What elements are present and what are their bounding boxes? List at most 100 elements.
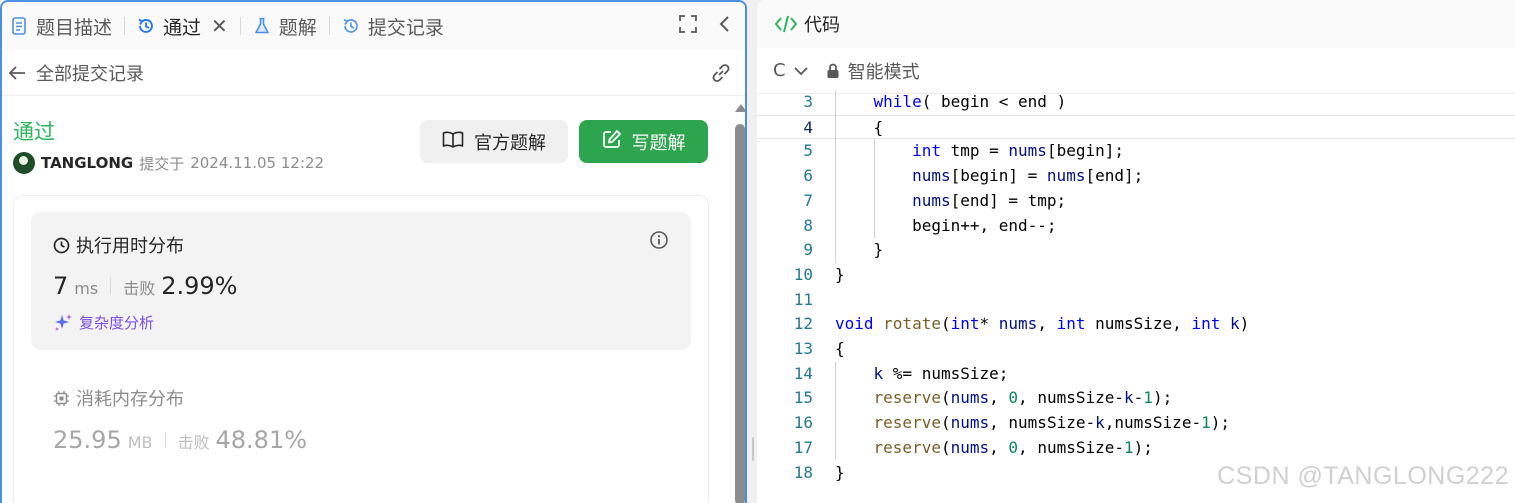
history-icon — [342, 17, 360, 35]
line-number: 6 — [803, 166, 813, 186]
code-line[interactable]: 14 k %= numsSize; — [757, 362, 1515, 387]
line-number: 14 — [793, 363, 813, 383]
code-line[interactable]: 5 int tmp = nums[begin]; — [757, 139, 1515, 164]
line-number: 12 — [793, 314, 813, 334]
code-line[interactable]: 6 nums[begin] = nums[end]; — [757, 164, 1515, 189]
code-text: reserve(nums, numsSize-k,numsSize-1); — [873, 413, 1230, 433]
avatar[interactable] — [13, 152, 35, 174]
runtime-beats-pct: 2.99% — [161, 272, 238, 300]
memory-title[interactable]: 消耗内存分布 — [53, 385, 184, 411]
tab-submissions-label: 提交记录 — [367, 16, 444, 39]
splitter-grip[interactable] — [752, 437, 754, 461]
line-number: 9 — [803, 240, 813, 260]
complexity-analysis-label: 复杂度分析 — [79, 314, 155, 332]
lock-icon — [826, 63, 840, 79]
code-panel-header: 代码 — [757, 0, 1515, 48]
code-line[interactable]: 7 nums[end] = tmp; — [757, 189, 1515, 214]
scrollbar-thumb[interactable] — [735, 124, 745, 503]
indent-guide — [835, 90, 836, 263]
code-text: { — [835, 117, 884, 137]
smart-mode[interactable]: 智能模式 — [826, 58, 920, 84]
code-line[interactable]: 9 } — [757, 238, 1515, 263]
runtime-title-label: 执行用时分布 — [76, 236, 184, 257]
code-line[interactable]: 11 — [757, 288, 1515, 313]
smart-mode-label: 智能模式 — [847, 61, 920, 83]
code-line[interactable]: 12 void rotate(int* nums, int numsSize, i… — [757, 312, 1515, 337]
runtime-card[interactable]: 执行用时分布 7 ms 击败 2.99% 复杂度分析 — [31, 212, 691, 350]
memory-unit: MB — [127, 433, 153, 452]
line-number: 15 — [793, 388, 813, 408]
code-text: nums[end] = tmp; — [912, 190, 1067, 210]
line-number: 13 — [793, 339, 813, 358]
line-number: 3 — [803, 92, 813, 111]
code-text: } — [835, 240, 884, 260]
memory-metrics: 25.95 MB 击败 48.81% — [53, 426, 307, 454]
tab-accepted-label: 通过 — [163, 16, 202, 39]
code-text: { — [835, 339, 845, 358]
book-icon — [442, 130, 464, 153]
runtime-metrics: 7 ms 击败 2.99% — [53, 272, 237, 300]
submitted-at: 2024.11.05 12:22 — [190, 154, 325, 172]
link-icon[interactable] — [709, 62, 733, 88]
code-line[interactable]: 16 reserve(nums, numsSize-k,numsSize-1); — [757, 411, 1515, 436]
back-arrow-icon[interactable] — [6, 62, 28, 84]
submitted-at-label: 提交于 — [139, 154, 185, 173]
chevron-down-icon — [793, 66, 808, 76]
sparkle-icon — [53, 313, 73, 333]
submission-subheader: 全部提交记录 — [2, 50, 745, 96]
code-line[interactable]: 15 reserve(nums, 0, numsSize-k-1); — [757, 386, 1515, 411]
line-number: 5 — [803, 141, 813, 161]
code-icon — [774, 14, 798, 34]
chip-icon — [53, 390, 70, 407]
line-number: 8 — [803, 215, 813, 235]
collapse-chevron-icon[interactable] — [719, 15, 731, 37]
code-line[interactable]: 4 { — [757, 114, 1515, 140]
submitter-info: TANGLONG 提交于 2024.11.05 12:22 — [13, 152, 324, 174]
official-solution-label: 官方题解 — [474, 132, 546, 154]
line-number: 7 — [803, 190, 813, 210]
tab-description[interactable]: 题目描述 — [10, 2, 112, 50]
watermark: CSDN @TANGLONG222 — [1217, 462, 1509, 490]
tab-description-label: 题目描述 — [36, 16, 113, 39]
panel-splitter[interactable] — [749, 0, 757, 503]
tab-accepted[interactable]: 通过 ✕ — [137, 2, 228, 50]
code-line[interactable]: 3 while( begin < end ) — [757, 90, 1515, 115]
all-submissions-link[interactable]: 全部提交记录 — [36, 60, 144, 86]
line-number: 10 — [793, 264, 813, 284]
code-line[interactable]: 13 { — [757, 337, 1515, 362]
code-text: } — [835, 462, 845, 482]
code-text: while( begin < end ) — [873, 92, 1067, 111]
scrollbar[interactable] — [734, 102, 745, 503]
fullscreen-icon[interactable] — [679, 15, 697, 37]
code-line[interactable]: 8 begin++, end--; — [757, 214, 1515, 239]
close-icon[interactable]: ✕ — [211, 14, 228, 38]
indent-guide — [874, 139, 876, 239]
metric-divider — [110, 278, 112, 294]
complexity-analysis-link[interactable]: 复杂度分析 — [53, 312, 154, 333]
runtime-value: 7 — [53, 272, 69, 300]
username[interactable]: TANGLONG — [41, 154, 133, 172]
tab-divider — [239, 17, 241, 35]
tab-solutions-label: 题解 — [278, 16, 317, 39]
language-select[interactable]: C — [773, 60, 808, 81]
memory-value: 25.95 — [53, 426, 122, 454]
code-editor[interactable]: 3 while( begin < end ) 4 {5 int tmp = num… — [757, 90, 1515, 503]
tab-solutions[interactable]: 题解 — [253, 2, 317, 50]
runtime-title: 执行用时分布 — [53, 232, 184, 258]
official-solution-button[interactable]: 官方题解 — [420, 120, 568, 163]
code-text: } — [835, 264, 845, 284]
tab-divider — [328, 17, 330, 35]
write-solution-button[interactable]: 写题解 — [579, 120, 708, 163]
document-icon — [10, 17, 28, 35]
code-panel-title: 代码 — [804, 15, 840, 36]
code-line[interactable]: 17 reserve(nums, 0, numsSize-1); — [757, 436, 1515, 461]
runtime-beats-label: 击败 — [123, 279, 156, 298]
code-line[interactable]: 10} — [757, 263, 1515, 288]
scroll-up-arrow-icon[interactable] — [735, 104, 745, 112]
info-icon[interactable] — [649, 230, 669, 254]
metric-divider — [164, 432, 166, 448]
write-solution-label: 写题解 — [631, 132, 686, 154]
tab-submissions[interactable]: 提交记录 — [342, 2, 444, 50]
tab-divider — [124, 17, 126, 35]
flask-icon — [253, 17, 271, 35]
